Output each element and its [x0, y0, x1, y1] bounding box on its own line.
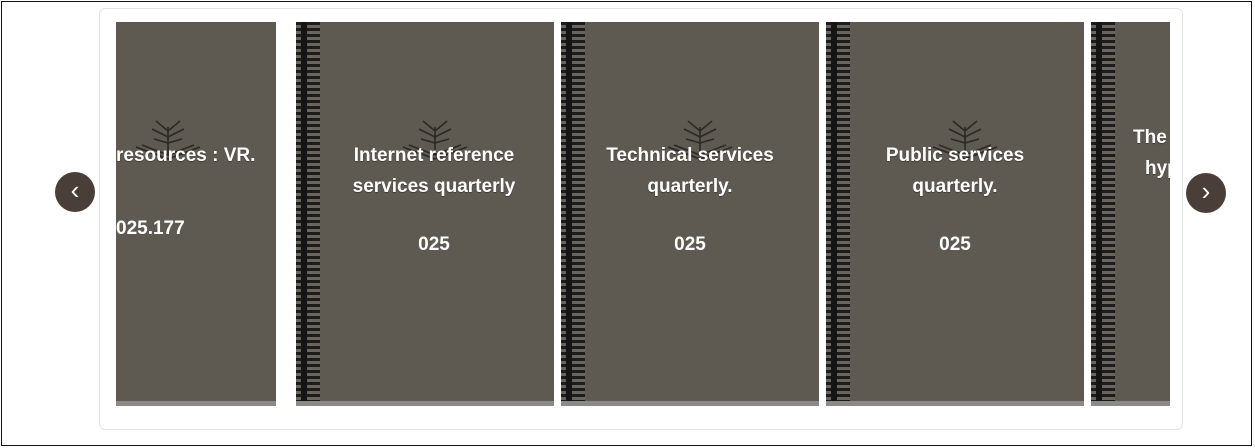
book-title-line: Technical services	[606, 145, 774, 166]
book-cover[interactable]: Internet reference services quarterly 02…	[296, 22, 554, 406]
book-call-number: 025	[674, 234, 706, 255]
book-title-line: services quarterly	[352, 176, 516, 197]
book-title-line: quarterly.	[912, 176, 998, 197]
book-cover[interactable]: The hyp r	[1091, 22, 1170, 406]
book-cover[interactable]: Technical services quarterly. 025	[561, 22, 819, 406]
book-call-number: 025.177	[116, 218, 185, 239]
spiral-binding	[826, 22, 850, 401]
book-title-line: The	[1133, 127, 1167, 148]
chevron-right-icon: ›	[1201, 176, 1211, 206]
book-title: resources : VR.	[116, 140, 316, 171]
spiral-binding	[1091, 22, 1115, 401]
book-title-line: quarterly.	[647, 176, 733, 197]
carousel-viewport: resources : VR. 025.177 Internet referen…	[116, 22, 1170, 406]
chevron-left-icon: ‹	[70, 175, 80, 205]
book-title: Technical services quarterly.	[590, 140, 790, 202]
book-cover[interactable]: resources : VR. 025.177	[116, 22, 276, 406]
book-title-line: resources : VR.	[116, 145, 256, 166]
book-title: Internet reference services quarterly	[334, 140, 534, 202]
carousel-next-button[interactable]: ›	[1186, 173, 1226, 213]
book-title-line: r	[1133, 184, 1170, 215]
book-title-line: Internet reference	[353, 145, 515, 166]
carousel-prev-button[interactable]: ‹	[55, 172, 95, 212]
spiral-binding	[561, 22, 585, 401]
book-title-line: hyp	[1145, 158, 1170, 179]
book-title: Public services quarterly.	[855, 140, 1055, 202]
book-call-number: 025	[418, 234, 450, 255]
book-title: The hyp r	[1133, 122, 1170, 215]
book-title-line: Public services	[885, 145, 1025, 166]
spiral-binding	[296, 22, 320, 401]
book-cover[interactable]: Public services quarterly. 025	[826, 22, 1084, 406]
book-call-number: 025	[939, 234, 971, 255]
